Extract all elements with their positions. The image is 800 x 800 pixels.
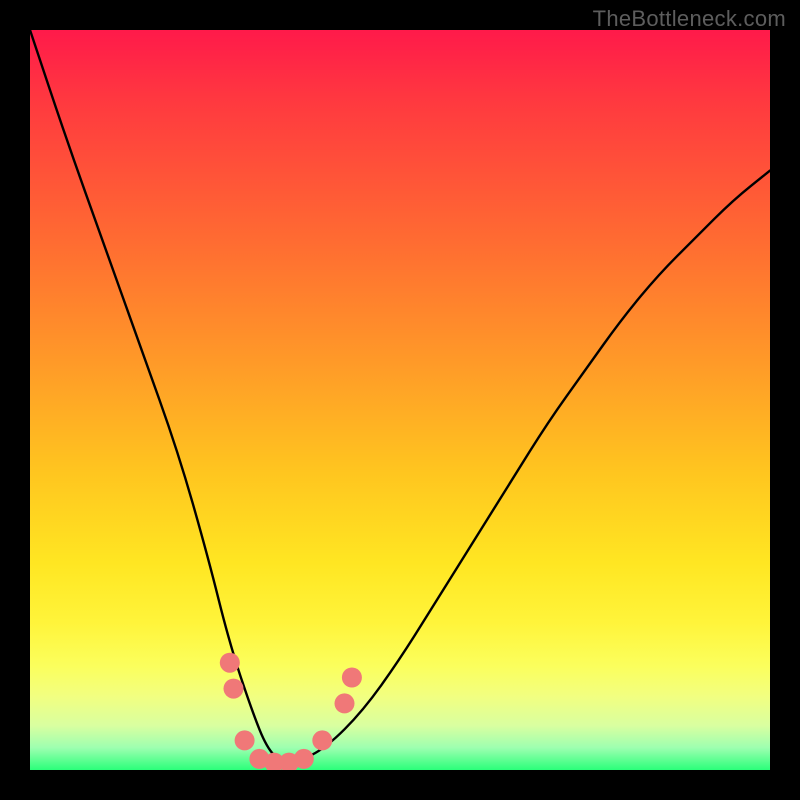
curve-layer — [30, 30, 770, 770]
watermark-text: TheBottleneck.com — [593, 6, 786, 32]
marker-dot — [224, 679, 244, 699]
marker-points — [220, 653, 362, 770]
chart-frame: TheBottleneck.com — [0, 0, 800, 800]
plot-area — [30, 30, 770, 770]
bottleneck-curve — [30, 30, 770, 763]
marker-dot — [294, 749, 314, 769]
marker-dot — [312, 730, 332, 750]
marker-dot — [220, 653, 240, 673]
marker-dot — [342, 668, 362, 688]
marker-dot — [335, 693, 355, 713]
marker-dot — [235, 730, 255, 750]
